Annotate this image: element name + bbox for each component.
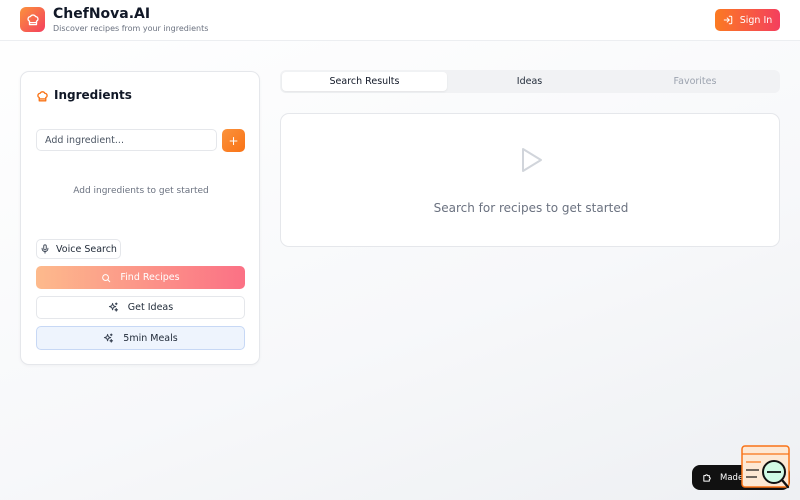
sign-in-label: Sign In [739,14,773,26]
sparkles-icon [104,332,114,343]
five-min-meals-button[interactable]: 5min Meals [36,326,245,350]
chef-hat-icon [26,13,39,25]
tab-search-results[interactable]: Search Results [282,72,447,91]
ingredients-empty-message: Add ingredients to get started [73,186,209,196]
app-header: ChefNova.AI Discover recipes from your i… [0,0,800,41]
ingredients-card: Ingredients + Add ingredients to get sta… [20,71,260,365]
app-name: ChefNova.AI [53,6,151,22]
find-recipes-button[interactable]: Find Recipes [36,266,245,289]
puzzle-icon [703,474,711,482]
sparkles-icon [108,302,118,312]
app-tagline: Discover recipes from your ingredients [53,24,209,33]
microphone-icon [41,244,49,254]
chef-hat-icon [36,88,49,107]
find-recipes-label: Find Recipes [120,272,180,283]
badge-widget-icon[interactable] [741,445,791,494]
results-empty-message: Search for recipes to get started [433,201,629,215]
five-min-meals-label: 5min Meals [123,332,178,344]
search-icon [102,273,111,282]
ingredients-title: Ingredients [54,88,132,102]
add-ingredient-button[interactable]: + [222,129,245,152]
results-tabs: Search Results Ideas Favorites [280,70,780,93]
app-logo [20,7,45,32]
tab-ideas[interactable]: Ideas [447,72,612,91]
tab-favorites[interactable]: Favorites [612,72,778,91]
sign-in-icon [723,15,732,25]
results-panel: Search for recipes to get started [280,113,780,247]
voice-search-label: Voice Search [56,243,117,255]
ingredient-input[interactable] [36,129,217,151]
voice-search-button[interactable]: Voice Search [36,239,121,259]
sign-in-button[interactable]: Sign In [715,9,780,31]
get-ideas-label: Get Ideas [127,302,174,313]
get-ideas-button[interactable]: Get Ideas [36,296,245,319]
play-icon [520,146,544,178]
